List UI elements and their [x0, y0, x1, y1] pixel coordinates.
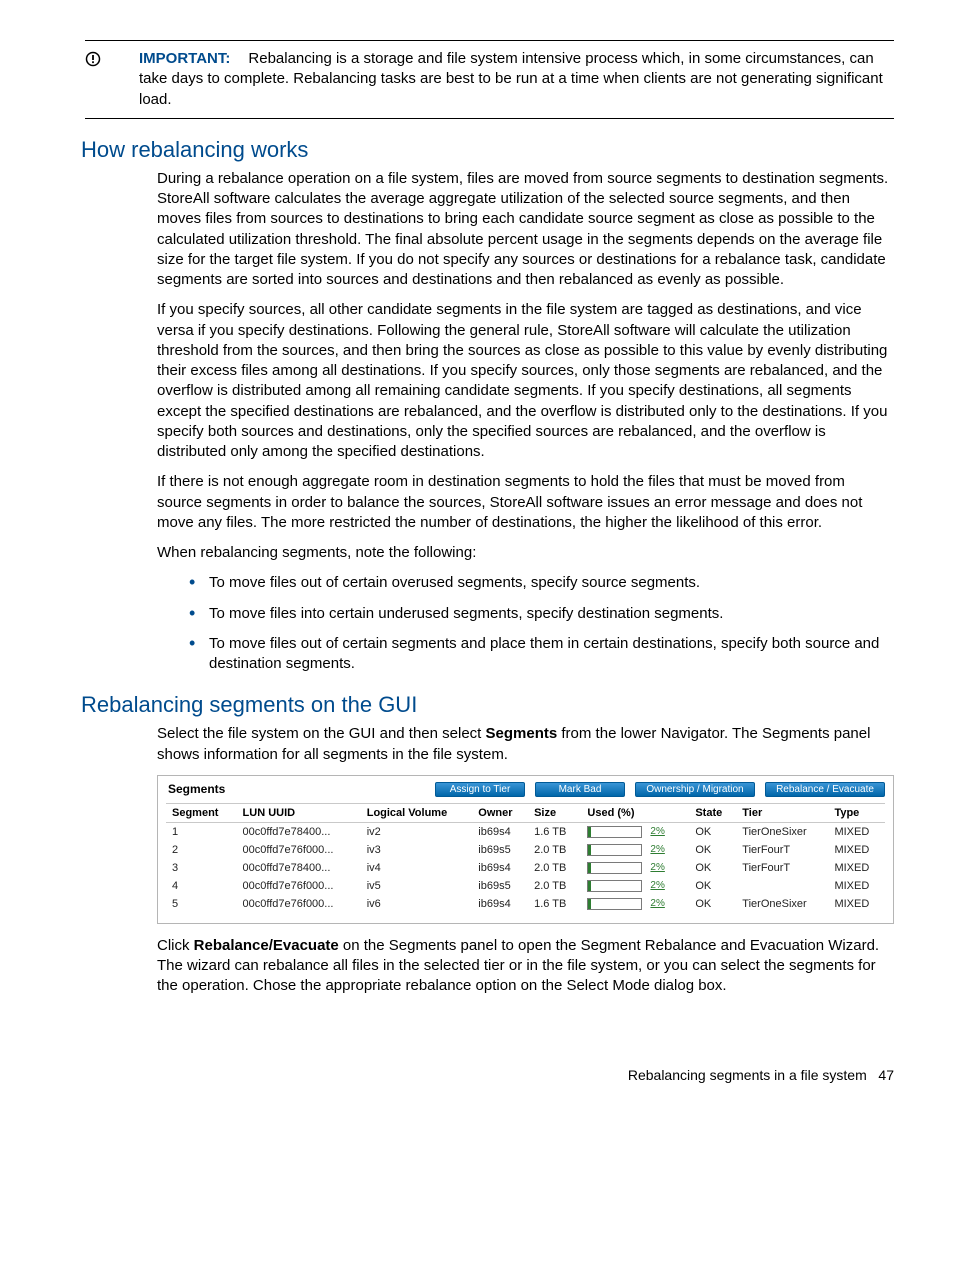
table-row[interactable]: 500c0ffd7e76f000...iv6ib69s41.6 TB 2% OKTi…: [166, 895, 885, 913]
important-bottom-rule: [85, 118, 894, 119]
sec1-bullets: To move files out of certain overused se…: [157, 573, 894, 674]
cell-lun: 00c0ffd7e76f000...: [237, 877, 361, 895]
sec2-p1: Select the file system on the GUI and th…: [157, 724, 894, 765]
cell-tier: TierFourT: [736, 859, 828, 877]
col-tier[interactable]: Tier: [736, 803, 828, 822]
cell-used: 2%: [581, 895, 689, 913]
col-lun-uuid[interactable]: LUN UUID: [237, 803, 361, 822]
segments-panel: Segments Assign to Tier Mark Bad Ownersh…: [157, 775, 894, 924]
col-owner[interactable]: Owner: [472, 803, 528, 822]
used-pct-link[interactable]: 2%: [650, 844, 664, 855]
sec1-p3: If there is not enough aggregate room in…: [157, 472, 894, 533]
cell-segment: 1: [166, 822, 237, 841]
cell-state: OK: [689, 822, 736, 841]
cell-state: OK: [689, 859, 736, 877]
cell-size: 2.0 TB: [528, 877, 581, 895]
segments-table: Segment LUN UUID Logical Volume Owner Si…: [166, 803, 885, 913]
cell-owner: ib69s4: [472, 859, 528, 877]
important-icon: [85, 51, 101, 67]
col-state[interactable]: State: [689, 803, 736, 822]
cell-tier: TierOneSixer: [736, 895, 828, 913]
cell-segment: 2: [166, 841, 237, 859]
ownership-migration-button[interactable]: Ownership / Migration: [635, 782, 755, 797]
used-pct-link[interactable]: 2%: [650, 862, 664, 873]
cell-state: OK: [689, 841, 736, 859]
cell-type: MIXED: [828, 895, 885, 913]
table-header-row: Segment LUN UUID Logical Volume Owner Si…: [166, 803, 885, 822]
important-label: IMPORTANT:: [139, 50, 230, 67]
cell-owner: ib69s5: [472, 877, 528, 895]
important-block: IMPORTANT:Rebalancing is a storage and f…: [85, 49, 894, 110]
cell-segment: 4: [166, 877, 237, 895]
table-row[interactable]: 300c0ffd7e78400...iv4ib69s42.0 TB 2% OKTie…: [166, 859, 885, 877]
cell-used: 2%: [581, 822, 689, 841]
list-item: To move files out of certain overused se…: [189, 573, 894, 593]
cell-lvol: iv6: [361, 895, 473, 913]
cell-used: 2%: [581, 841, 689, 859]
cell-tier: TierOneSixer: [736, 822, 828, 841]
rebalance-evacuate-button[interactable]: Rebalance / Evacuate: [765, 782, 885, 797]
cell-type: MIXED: [828, 877, 885, 895]
cell-lun: 00c0ffd7e76f000...: [237, 841, 361, 859]
col-segment[interactable]: Segment: [166, 803, 237, 822]
footer-text: Rebalancing segments in a file system: [628, 1067, 867, 1083]
list-item: To move files into certain underused seg…: [189, 604, 894, 624]
cell-state: OK: [689, 877, 736, 895]
cell-used: 2%: [581, 859, 689, 877]
cell-type: MIXED: [828, 822, 885, 841]
list-item: To move files out of certain segments an…: [189, 634, 894, 675]
cell-segment: 5: [166, 895, 237, 913]
cell-lvol: iv3: [361, 841, 473, 859]
col-type[interactable]: Type: [828, 803, 885, 822]
heading-rebalancing-gui: Rebalancing segments on the GUI: [81, 692, 894, 718]
used-pct-link[interactable]: 2%: [650, 826, 664, 837]
sec2-p1-bold: Segments: [486, 725, 558, 742]
sec1-p1: During a rebalance operation on a file s…: [157, 169, 894, 291]
sec2-p1-pre: Select the file system on the GUI and th…: [157, 725, 486, 742]
panel-title: Segments: [166, 782, 225, 796]
important-text: Rebalancing is a storage and file system…: [139, 50, 883, 108]
table-row[interactable]: 400c0ffd7e76f000...iv5ib69s52.0 TB 2% OK MI…: [166, 877, 885, 895]
cell-type: MIXED: [828, 859, 885, 877]
sec2-p2: Click Rebalance/Evacuate on the Segments…: [157, 936, 894, 997]
cell-state: OK: [689, 895, 736, 913]
col-used[interactable]: Used (%): [581, 803, 689, 822]
col-size[interactable]: Size: [528, 803, 581, 822]
cell-segment: 3: [166, 859, 237, 877]
cell-tier: TierFourT: [736, 841, 828, 859]
used-pct-link[interactable]: 2%: [650, 880, 664, 891]
cell-type: MIXED: [828, 841, 885, 859]
used-pct-link[interactable]: 2%: [650, 898, 664, 909]
cell-lun: 00c0ffd7e76f000...: [237, 895, 361, 913]
cell-owner: ib69s5: [472, 841, 528, 859]
top-rule: [85, 40, 894, 41]
footer-page: 47: [878, 1067, 894, 1083]
cell-size: 2.0 TB: [528, 859, 581, 877]
cell-size: 2.0 TB: [528, 841, 581, 859]
heading-how-rebalancing-works: How rebalancing works: [81, 137, 894, 163]
cell-owner: ib69s4: [472, 895, 528, 913]
cell-lvol: iv4: [361, 859, 473, 877]
table-row[interactable]: 100c0ffd7e78400...iv2ib69s41.6 TB 2% OKTie…: [166, 822, 885, 841]
sec2-p2-pre: Click: [157, 937, 194, 954]
assign-to-tier-button[interactable]: Assign to Tier: [435, 782, 525, 797]
cell-lvol: iv2: [361, 822, 473, 841]
cell-lvol: iv5: [361, 877, 473, 895]
col-logical-volume[interactable]: Logical Volume: [361, 803, 473, 822]
cell-tier: [736, 877, 828, 895]
cell-lun: 00c0ffd7e78400...: [237, 822, 361, 841]
sec1-p2: If you specify sources, all other candid…: [157, 300, 894, 462]
cell-lun: 00c0ffd7e78400...: [237, 859, 361, 877]
cell-used: 2%: [581, 877, 689, 895]
sec2-p2-bold: Rebalance/Evacuate: [194, 937, 339, 954]
mark-bad-button[interactable]: Mark Bad: [535, 782, 625, 797]
cell-size: 1.6 TB: [528, 822, 581, 841]
cell-size: 1.6 TB: [528, 895, 581, 913]
page-footer: Rebalancing segments in a file system 47: [85, 1067, 894, 1083]
sec1-p4: When rebalancing segments, note the foll…: [157, 543, 894, 563]
cell-owner: ib69s4: [472, 822, 528, 841]
table-row[interactable]: 200c0ffd7e76f000...iv3ib69s52.0 TB 2% OKTi…: [166, 841, 885, 859]
